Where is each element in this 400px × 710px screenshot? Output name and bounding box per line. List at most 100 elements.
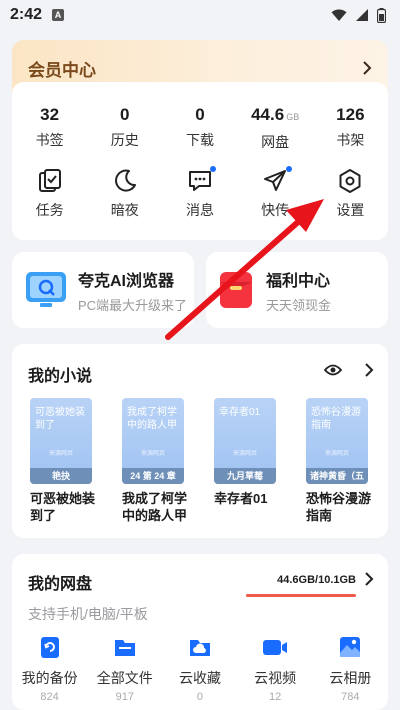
book-title: 幸存者01 (214, 491, 268, 506)
browser-icon (26, 272, 66, 307)
my-cloud-drive-card: 我的网盘 44.6GB/10.1GB 支持手机/电脑/平板 我的备份 824 全… (12, 554, 388, 710)
cover-band: 诸神黄昏（五 (306, 468, 368, 484)
cloud-subtitle: 支持手机/电脑/平板 (28, 606, 148, 622)
book-cover: 我成了柯学中的路人甲 来源网页 24 第 24 章 (122, 398, 184, 484)
cloud-item-count: 824 (40, 691, 59, 703)
book-item[interactable]: 恐怖谷漫游指南 来源网页 诸神黄昏（五 恐怖谷漫游指南 (306, 398, 371, 524)
cloud-item-label: 我的备份 (21, 670, 78, 686)
cloud-item-count: 784 (341, 691, 360, 703)
folder-icon (114, 640, 135, 656)
stat-cloud-drive[interactable]: 44.6 GB 网盘 (238, 104, 313, 152)
red-envelope-icon (220, 272, 252, 308)
welfare-center-card[interactable]: 福利中心 天天领现金 (206, 252, 388, 328)
my-novels-card: 我的小说 可恶被她装到了 来源网页 艳抉 可恶被她装到了 我成了柯学中的路人甲 … (12, 344, 388, 538)
app-notification-icon: A (52, 9, 65, 21)
task-icon (38, 169, 61, 192)
notification-dot (285, 166, 292, 172)
wifi-icon (331, 9, 347, 21)
messages-button[interactable]: 消息 (162, 166, 237, 220)
photo-icon (340, 637, 361, 657)
cloud-item-label: 云收藏 (178, 670, 221, 686)
cover-band: 九月草莓 (214, 468, 276, 484)
book-item[interactable]: 我成了柯学中的路人甲 来源网页 24 第 24 章 我成了柯学中的路人甲 (122, 398, 187, 524)
battery-icon (377, 7, 386, 23)
chevron-right-icon[interactable] (364, 572, 374, 586)
book-title: 恐怖谷漫游指南 (306, 491, 372, 523)
section-title: 我的小说 (28, 368, 93, 385)
cover-title: 可恶被她装到了 (35, 407, 85, 431)
settings-button[interactable]: 设置 (313, 168, 388, 220)
cover-band: 艳抉 (30, 468, 92, 484)
stat-label: 网盘 (261, 134, 290, 150)
status-bar: 2:42 A (0, 0, 400, 30)
cloud-item-label: 云视频 (254, 670, 297, 686)
cover-source-mark: 来源网页 (232, 451, 257, 457)
cloud-item-label: 全部文件 (96, 670, 153, 686)
task-button[interactable]: 任务 (12, 168, 87, 220)
cloud-videos[interactable]: 云视频 12 (238, 634, 313, 703)
tool-label: 设置 (336, 202, 365, 218)
cloud-favorites[interactable]: 云收藏 0 (162, 634, 237, 703)
stat-bookshelf[interactable]: 126 书架 (313, 104, 388, 152)
stat-unit: GB (286, 112, 300, 122)
video-icon (263, 640, 288, 655)
stat-label: 历史 (110, 132, 139, 148)
cover-band: 24 第 24 章 (122, 468, 184, 484)
stat-value: 126 (336, 105, 365, 124)
stat-history[interactable]: 0 历史 (87, 104, 162, 152)
stat-bookmarks[interactable]: 32 书签 (12, 104, 87, 152)
cloud-folder-icon (189, 640, 210, 656)
tool-label: 暗夜 (110, 202, 139, 218)
book-cover: 幸存者01 来源网页 九月草莓 (214, 398, 276, 484)
message-icon (188, 171, 211, 191)
signal-icon (356, 9, 368, 21)
member-center-title: 会员中心 (28, 60, 96, 80)
stat-label: 下载 (185, 132, 214, 148)
book-item[interactable]: 可恶被她装到了 来源网页 艳抉 可恶被她装到了 (30, 398, 95, 524)
chevron-right-icon (363, 61, 372, 75)
cloud-all-files[interactable]: 全部文件 917 (87, 634, 162, 703)
book-cover: 可恶被她装到了 来源网页 艳抉 (30, 398, 92, 484)
send-icon (264, 170, 287, 191)
dark-mode-button[interactable]: 暗夜 (87, 168, 162, 220)
cover-source-mark: 来源网页 (48, 451, 73, 457)
stat-value: 44.6 (251, 105, 285, 124)
cover-title: 恐怖谷漫游指南 (311, 407, 361, 431)
book-title: 我成了柯学中的路人甲 (122, 491, 188, 523)
book-cover: 恐怖谷漫游指南 来源网页 诸神黄昏（五 (306, 398, 368, 484)
cover-source-mark: 来源网页 (324, 451, 349, 457)
chevron-right-icon[interactable] (364, 363, 374, 377)
book-title: 可恶被她装到了 (30, 491, 96, 523)
settings-icon (339, 169, 361, 193)
cover-source-mark: 来源网页 (140, 451, 165, 457)
moon-icon (114, 169, 136, 192)
stat-label: 书架 (336, 132, 365, 148)
stat-value: 0 (195, 105, 205, 124)
stat-label: 书签 (35, 132, 64, 148)
cover-title: 幸存者01 (219, 407, 261, 418)
promo-subtitle: PC端最大升级来了 (78, 297, 188, 313)
eye-icon[interactable] (324, 363, 342, 377)
ai-browser-promo-card[interactable]: 夸克AI浏览器 PC端最大升级来了 (12, 252, 194, 328)
cloud-backup[interactable]: 我的备份 824 (12, 634, 87, 703)
quick-send-button[interactable]: 快传 (238, 166, 313, 220)
cloud-item-count: 917 (115, 691, 134, 703)
stat-downloads[interactable]: 0 下载 (162, 104, 237, 152)
section-title: 我的网盘 (28, 576, 93, 593)
book-item[interactable]: 幸存者01 来源网页 九月草莓 幸存者01 (214, 398, 276, 524)
status-time: 2:42 (10, 6, 43, 23)
backup-icon (40, 637, 59, 658)
account-stats-card: 32 书签 0 历史 0 下载 44.6GB 网盘 126 书架 任务 暗夜 (12, 82, 388, 240)
promo-subtitle: 天天领现金 (266, 297, 332, 313)
cloud-item-count: 0 (196, 691, 204, 703)
tool-label: 消息 (185, 202, 214, 218)
storage-usage-bar (246, 594, 356, 597)
cloud-photos[interactable]: 云相册 784 (313, 634, 388, 703)
tool-label: 任务 (35, 202, 64, 218)
stat-value: 32 (40, 105, 60, 124)
promo-title: 福利中心 (266, 272, 331, 290)
cloud-item-label: 云相册 (329, 670, 372, 686)
promo-title: 夸克AI浏览器 (78, 272, 175, 290)
storage-usage: 44.6GB/10.1GB (277, 574, 356, 586)
notification-dot (210, 166, 217, 172)
